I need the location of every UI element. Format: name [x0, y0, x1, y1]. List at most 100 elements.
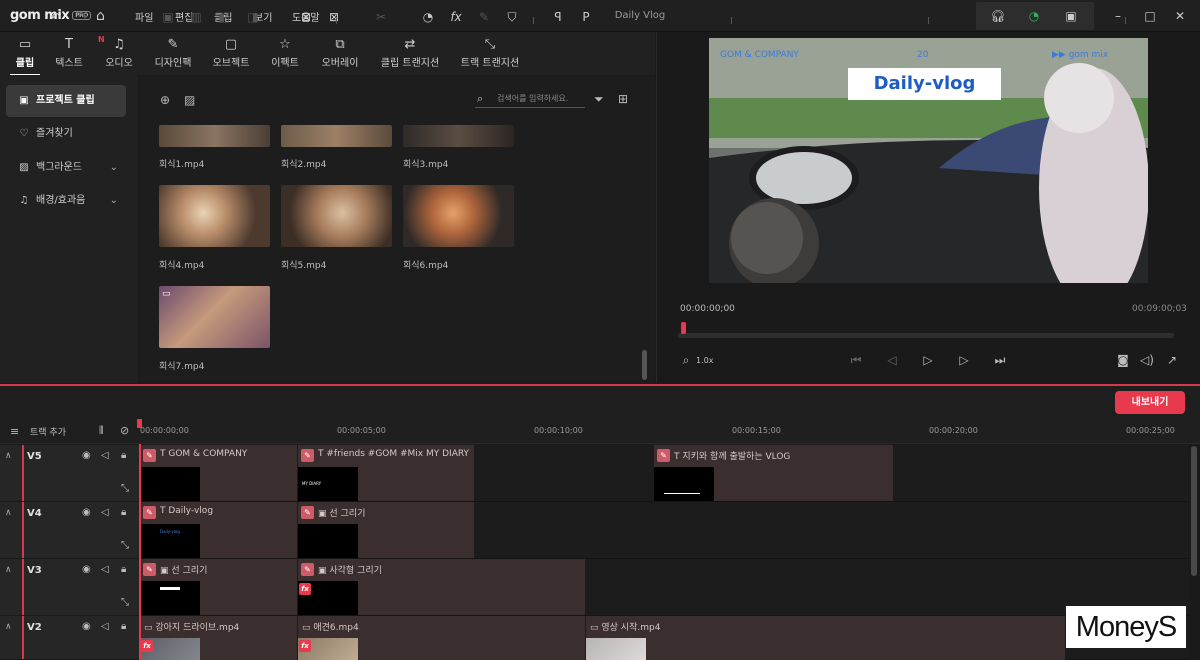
edit-icon[interactable]: ✎	[301, 506, 314, 519]
pen-icon[interactable]: ✎	[476, 9, 492, 25]
timeline-clip[interactable]: ✎ T Daily-vlog Daily-vlog	[139, 502, 297, 558]
grid-view-icon[interactable]: ⊞	[618, 92, 628, 106]
track-header-v3[interactable]: ∧ V3 ◉ ◁ 🔒︎ ⤡	[0, 559, 139, 616]
zoom-icon[interactable]: ⌕	[678, 352, 694, 368]
collapse-icon[interactable]: ∧	[5, 508, 12, 518]
tab-overlay[interactable]: ⧉ 오버레이	[320, 36, 360, 72]
lock-icon[interactable]: 🔒︎	[121, 450, 126, 461]
prev-frame-icon[interactable]: ◁	[884, 352, 900, 368]
speaker-icon[interactable]: ◁	[101, 621, 109, 632]
delete-clip-icon[interactable]: ⊠	[298, 9, 314, 25]
save-icon[interactable]: ▣	[1063, 8, 1079, 24]
add-media-icon[interactable]: ⊕	[160, 93, 170, 107]
timeline-clip[interactable]: ▭ 애견6.mp4 fx	[297, 616, 585, 660]
lock-icon[interactable]: 🔒︎	[121, 564, 126, 575]
snapshot-icon[interactable]: ◙	[1115, 352, 1131, 368]
image-icon[interactable]: ▨	[184, 93, 195, 107]
tab-text[interactable]: T 텍스트	[54, 36, 84, 72]
edit-icon[interactable]: ✎	[301, 449, 314, 462]
home-icon[interactable]: ⌂	[96, 8, 105, 24]
mark-in-icon[interactable]: ꟼ	[550, 9, 566, 25]
eye-icon[interactable]: ◉	[82, 621, 91, 632]
skip-end-icon[interactable]: ⏭	[992, 352, 1008, 368]
next-frame-icon[interactable]: ▷	[956, 352, 972, 368]
timeline-clip[interactable]: ✎ ▣ 선 그리기	[139, 559, 297, 615]
timeline-clip[interactable]: ✎ T GOM & COMPANY	[139, 445, 297, 501]
expand-icon[interactable]: ⤡	[121, 597, 129, 608]
insert-icon[interactable]: ▣	[160, 9, 176, 25]
edit-icon[interactable]: ✎	[301, 563, 314, 576]
tab-clip-transition[interactable]: ⇄ 클립 트랜지션	[380, 36, 440, 72]
add-track-label[interactable]: 트랙 추가	[30, 425, 66, 438]
media-thumb[interactable]	[159, 125, 270, 147]
speaker-icon[interactable]: ◁	[101, 450, 109, 461]
media-thumb[interactable]	[281, 125, 392, 147]
link-icon[interactable]: ⊘	[120, 424, 129, 437]
media-scrollbar[interactable]	[642, 350, 647, 380]
mark-out-icon[interactable]: P	[578, 9, 594, 25]
timeline-clip[interactable]: ✎ T 지키와 함께 출발하는 VLOG	[653, 445, 893, 501]
timeline-clip[interactable]: ✎ ▣ 선 그리기	[297, 502, 474, 558]
timeline-playhead[interactable]	[139, 444, 141, 660]
edit-icon[interactable]: ✎	[143, 449, 156, 462]
speed-icon[interactable]: ◔	[420, 9, 436, 25]
collapse-icon[interactable]: ∧	[5, 622, 12, 632]
cut-icon[interactable]: ✂	[373, 9, 389, 25]
tab-clip[interactable]: ▭ 클립	[10, 36, 40, 76]
filter-icon[interactable]: ⏷	[594, 92, 604, 107]
fx-icon[interactable]: fx	[448, 9, 464, 25]
seek-bar[interactable]	[678, 333, 1174, 338]
timeline-clip[interactable]: ▭ 강아지 드라이브.mp4 fx	[139, 616, 297, 660]
nav-project-clip[interactable]: ▣ 프로젝트 클립	[6, 85, 126, 117]
timeline-clip[interactable]: ▭ 영상 시작.mp4	[585, 616, 1065, 660]
media-thumb[interactable]	[403, 125, 514, 147]
search-input[interactable]: 검색어를 입력하세요.	[475, 92, 585, 108]
speaker-icon[interactable]: ◁	[101, 564, 109, 575]
tab-track-transition[interactable]: ⤡ 트랙 트랜지션	[460, 36, 520, 72]
track-header-v5[interactable]: ∧ V5 ◉ ◁ 🔒︎ ⤡	[0, 445, 139, 502]
ripple-delete-icon[interactable]: ⊠	[326, 9, 342, 25]
trim-right-icon[interactable]: ◨	[245, 9, 261, 25]
tab-design-pack[interactable]: ✎ 디자인팩	[153, 36, 193, 72]
undo-icon[interactable]: ↶	[47, 9, 63, 25]
media-thumb[interactable]	[281, 185, 392, 247]
track-header-v2[interactable]: ∧ V2 ◉ ◁ 🔒︎	[0, 616, 139, 660]
lock-icon[interactable]: 🔒︎	[121, 621, 126, 632]
snap-icon[interactable]: ⫴	[99, 424, 104, 438]
lock-icon[interactable]: 🔒︎	[121, 507, 126, 518]
speaker-icon[interactable]: ◁	[101, 507, 109, 518]
nav-bgm-sfx[interactable]: ♫ 배경/효과음 ⌄	[6, 185, 126, 217]
track-header-v4[interactable]: ∧ V4 ◉ ◁ 🔒︎ ⤡	[0, 502, 139, 559]
tab-effect[interactable]: ☆ 이펙트	[270, 36, 300, 72]
eye-icon[interactable]: ◉	[82, 564, 91, 575]
eye-icon[interactable]: ◉	[82, 450, 91, 461]
media-thumb[interactable]	[159, 286, 270, 348]
close-icon[interactable]: ✕	[1172, 8, 1188, 24]
tab-audio[interactable]: N ♫ 오디오	[98, 35, 134, 72]
update-icon[interactable]: ◔	[1026, 8, 1042, 24]
split-icon[interactable]: ▥	[188, 9, 204, 25]
collapse-icon[interactable]: ∧	[5, 451, 12, 461]
volume-icon[interactable]: ◁)	[1139, 352, 1155, 368]
timeline-clip[interactable]: ✎ T #friends #GOM #Mix MY DIARY MY DIARY	[297, 445, 474, 501]
edit-icon[interactable]: ✎	[143, 506, 156, 519]
play-icon[interactable]: ▷	[920, 352, 936, 368]
maximize-icon[interactable]: □	[1142, 8, 1158, 24]
mask-icon[interactable]: ⛉	[504, 9, 520, 25]
popout-icon[interactable]: ↗	[1164, 352, 1180, 368]
timeline-scroll-thumb[interactable]	[1191, 446, 1197, 576]
nav-favorites[interactable]: ♡ 즐겨찾기	[6, 118, 126, 150]
redo-icon[interactable]: ↷	[75, 9, 91, 25]
menu-file[interactable]: 파일	[135, 9, 153, 24]
media-thumb[interactable]	[403, 185, 514, 247]
export-button[interactable]: 내보내기	[1115, 391, 1185, 414]
seek-handle[interactable]	[681, 322, 686, 334]
timeline-clip[interactable]: ✎ ▣ 사각형 그리기 fx	[297, 559, 585, 615]
media-thumb[interactable]	[159, 185, 270, 247]
collapse-icon[interactable]: ∧	[5, 565, 12, 575]
edit-icon[interactable]: ✎	[657, 449, 670, 462]
headset-icon[interactable]: 🎧︎	[990, 8, 1006, 24]
add-track-icon[interactable]: ≡	[10, 425, 19, 438]
expand-icon[interactable]: ⤡	[121, 540, 129, 551]
minimize-icon[interactable]: –	[1110, 8, 1126, 24]
